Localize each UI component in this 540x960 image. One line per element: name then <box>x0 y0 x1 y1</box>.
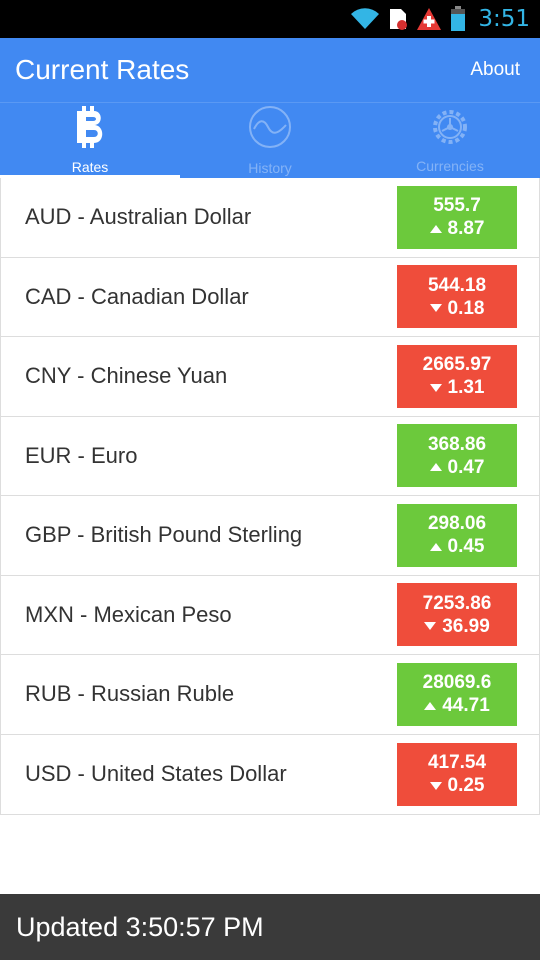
tab-label: Rates <box>71 159 109 175</box>
rate-change: 0.45 <box>447 536 485 558</box>
list-item[interactable]: CAD - Canadian Dollar 544.18 0.18 <box>1 258 539 337</box>
tab-rates[interactable]: Rates <box>0 103 180 178</box>
rate-change: 0.18 <box>447 297 485 319</box>
rate-change: 0.25 <box>447 775 485 797</box>
rate-badge: 298.06 0.45 <box>397 503 517 567</box>
arrow-down-icon <box>424 622 437 631</box>
list-item[interactable]: RUB - Russian Ruble 28069.6 44.71 <box>1 655 539 735</box>
page-title: Current Rates <box>15 54 190 85</box>
tab-currencies[interactable]: Currencies <box>360 103 540 178</box>
battery-icon <box>450 6 466 32</box>
arrow-up-icon <box>429 224 442 233</box>
rate-change: 36.99 <box>442 615 490 637</box>
arrow-up-icon <box>429 542 442 551</box>
rate-badge: 544.18 0.18 <box>397 265 517 329</box>
rate-badge: 28069.6 44.71 <box>397 662 517 726</box>
list-item[interactable]: AUD - Australian Dollar 555.7 8.87 <box>1 178 539 258</box>
tab-bar: Rates History Currencies <box>0 102 540 178</box>
list-item[interactable]: USD - United States Dollar 417.54 0.25 <box>1 735 539 815</box>
rate-value: 368.86 <box>427 433 487 455</box>
updated-footer: Updated 3:50:57 PM <box>0 894 540 960</box>
list-item[interactable]: CNY - Chinese Yuan 2665.97 1.31 <box>1 337 539 417</box>
rate-value: 555.7 <box>433 195 481 217</box>
currency-name: GBP - British Pound Sterling <box>25 522 303 548</box>
rate-badge: 417.54 0.25 <box>397 742 517 806</box>
wifi-icon <box>350 8 380 30</box>
currency-name: AUD - Australian Dollar <box>25 204 252 230</box>
currency-name: CNY - Chinese Yuan <box>25 363 228 389</box>
wave-icon <box>248 105 292 154</box>
medical-icon <box>416 7 442 31</box>
rate-value: 298.06 <box>427 513 487 535</box>
arrow-down-icon <box>429 383 442 392</box>
clock: 3:51 <box>478 6 530 32</box>
rates-list: AUD - Australian Dollar 555.7 8.87 CAD -… <box>0 178 540 815</box>
rate-value: 7253.86 <box>422 592 492 614</box>
rate-change: 1.31 <box>447 377 485 399</box>
about-button[interactable]: About <box>470 59 520 81</box>
updated-text: Updated 3:50:57 PM <box>16 911 264 942</box>
rate-value: 2665.97 <box>422 354 492 376</box>
tab-history[interactable]: History <box>180 103 360 178</box>
list-item[interactable]: MXN - Mexican Peso 7253.86 36.99 <box>1 576 539 655</box>
sim-icon <box>388 7 408 31</box>
list-item[interactable]: GBP - British Pound Sterling 298.06 0.45 <box>1 496 539 576</box>
rate-badge: 2665.97 1.31 <box>397 344 517 408</box>
arrow-up-icon <box>424 701 437 710</box>
currency-name: MXN - Mexican Peso <box>25 601 232 627</box>
rate-badge: 368.86 0.47 <box>397 424 517 488</box>
list-item[interactable]: EUR - Euro 368.86 0.47 <box>1 417 539 496</box>
arrow-up-icon <box>429 463 442 472</box>
currency-name: USD - United States Dollar <box>25 761 287 787</box>
app-bar: Current Rates About <box>0 38 540 102</box>
currency-name: RUB - Russian Ruble <box>25 681 235 707</box>
bitcoin-icon <box>73 106 107 153</box>
status-bar: 3:51 <box>0 0 540 38</box>
rate-badge: 7253.86 36.99 <box>397 583 517 647</box>
tab-label: History <box>248 160 292 176</box>
rate-change: 44.71 <box>442 695 490 717</box>
rate-change: 8.87 <box>447 218 485 240</box>
rate-badge: 555.7 8.87 <box>397 185 517 249</box>
arrow-down-icon <box>429 781 442 790</box>
arrow-down-icon <box>429 304 442 313</box>
rate-change: 0.47 <box>447 456 485 478</box>
rate-value: 417.54 <box>427 752 487 774</box>
rate-value: 544.18 <box>427 274 487 296</box>
tab-label: Currencies <box>416 158 484 174</box>
currency-name: EUR - Euro <box>25 442 138 468</box>
gear-icon <box>430 107 470 152</box>
currency-name: CAD - Canadian Dollar <box>25 283 249 309</box>
rate-value: 28069.6 <box>422 672 492 694</box>
